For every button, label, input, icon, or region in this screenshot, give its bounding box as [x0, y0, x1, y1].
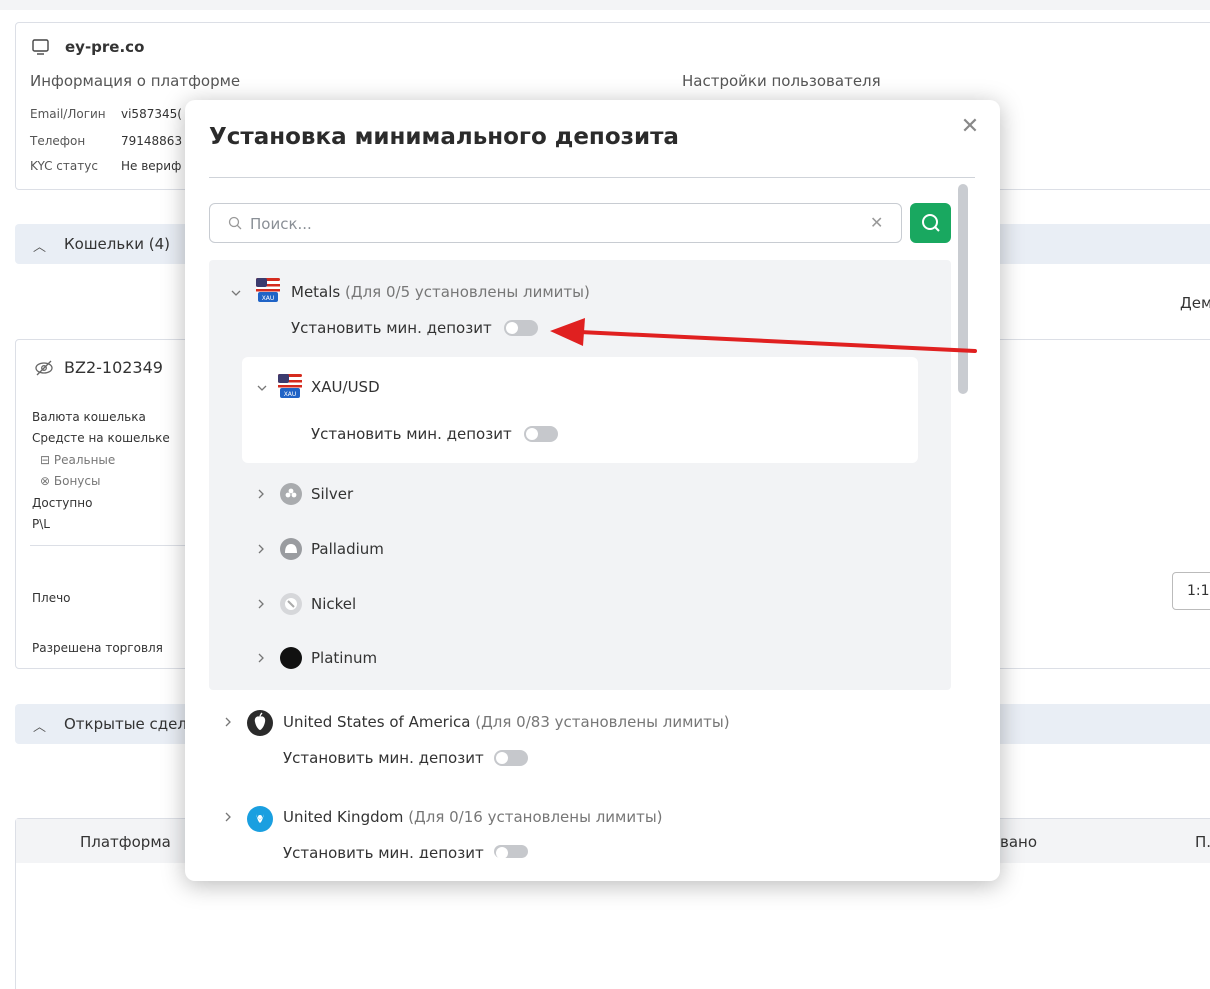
- usa-toggle-label: Установить мин. депозит: [283, 749, 484, 767]
- modal-scrollbar[interactable]: [958, 184, 968, 874]
- group-metals-title[interactable]: Metals (Для 0/5 установлены лимиты): [291, 283, 590, 301]
- group-usa-title[interactable]: United States of America (Для 0/83 устан…: [283, 713, 730, 731]
- leverage-value: 1:1: [1187, 583, 1210, 599]
- chevron-down-icon[interactable]: [230, 287, 242, 299]
- search-box[interactable]: ✕: [209, 203, 902, 243]
- kyc-label: KYC статус: [30, 159, 98, 173]
- monitor-icon: [32, 39, 49, 55]
- email-value: vi587345(: [121, 107, 182, 121]
- xauusd-card: [242, 357, 918, 463]
- clear-icon[interactable]: ✕: [870, 213, 883, 232]
- group-uk-note: (Для 0/16 установлены лимиты): [408, 808, 663, 826]
- search-input[interactable]: [250, 210, 850, 238]
- eye-off-icon[interactable]: [33, 358, 55, 378]
- uk-toggle-label: Установить мин. депозит: [283, 844, 484, 858]
- wallets-section-label: Кошельки (4): [64, 235, 171, 253]
- palladium-icon: [280, 538, 302, 560]
- usa-min-deposit-toggle[interactable]: [494, 750, 528, 766]
- search-button[interactable]: [910, 203, 951, 243]
- wallet-real-text: Реальные: [53, 453, 116, 467]
- card-icon: ⊟: [40, 453, 54, 467]
- leverage-label: Плечо: [32, 591, 71, 605]
- group-metals-name: Metals: [291, 283, 341, 301]
- wallet-bonus-text: Бонусы: [53, 474, 101, 488]
- demo-fragment: Дем: [1180, 294, 1210, 312]
- search-icon: [228, 216, 242, 230]
- top-strip: [0, 0, 1210, 10]
- metals-min-deposit-toggle[interactable]: [504, 320, 538, 336]
- phone-value: 79148863: [121, 134, 183, 148]
- bonus-icon: ⊗: [40, 474, 54, 488]
- chevron-right-icon[interactable]: [222, 716, 234, 728]
- platform-domain: ey-pre.co: [65, 38, 145, 56]
- scrollbar-thumb[interactable]: [958, 184, 968, 394]
- user-settings-title: Настройки пользователя: [682, 72, 881, 90]
- flag-badge-text: XAU: [284, 391, 297, 398]
- kyc-value: Не вериф: [121, 159, 182, 173]
- flag-badge-text: XAU: [262, 295, 275, 302]
- wallet-divider: [30, 545, 190, 546]
- search-button-icon: [922, 214, 940, 232]
- us-flag-icon: XAU: [278, 374, 302, 398]
- chevron-right-icon[interactable]: [255, 598, 267, 610]
- platform-info-title: Информация о платформе: [30, 72, 241, 90]
- uk-min-deposit-toggle[interactable]: [494, 845, 528, 859]
- col-platform: Платформа: [80, 833, 171, 851]
- col-fragment-1: вано: [1000, 833, 1038, 851]
- phone-label: Телефон: [30, 134, 86, 148]
- group-uk-title[interactable]: United Kingdom (Для 0/16 установлены лим…: [283, 808, 663, 826]
- modal-title: Установка минимального депозита: [209, 124, 679, 150]
- wallet-funds-label: Средсте на кошельке: [32, 431, 170, 445]
- wallet-pl-label: P\L: [32, 517, 50, 531]
- leverage-select[interactable]: 1:1: [1172, 572, 1210, 610]
- child-silver-name[interactable]: Silver: [311, 485, 353, 503]
- silver-icon: [280, 483, 302, 505]
- group-usa-note: (Для 0/83 установлены лимиты): [475, 713, 730, 731]
- chevron-right-icon[interactable]: [255, 488, 267, 500]
- title-divider: [209, 177, 975, 178]
- xauusd-toggle-label: Установить мин. депозит: [311, 425, 512, 443]
- col-fragment-2: П.: [1195, 833, 1210, 851]
- usa-icon: [247, 710, 273, 736]
- platinum-icon: [280, 647, 302, 669]
- wallet-id: BZ2-102349: [64, 358, 163, 377]
- wallet-available-label: Доступно: [32, 496, 93, 510]
- uk-icon: [247, 806, 273, 832]
- child-platinum-name[interactable]: Platinum: [311, 649, 377, 667]
- xauusd-min-deposit-toggle[interactable]: [524, 426, 558, 442]
- email-label: Email/Логин: [30, 107, 106, 121]
- chevron-right-icon[interactable]: [255, 652, 267, 664]
- chevron-right-icon[interactable]: [222, 811, 234, 823]
- min-deposit-modal: Установка минимального депозита ✕ ✕ XAU …: [185, 100, 1000, 881]
- chevron-up-icon: ︿: [33, 240, 47, 255]
- group-metals-note: (Для 0/5 установлены лимиты): [345, 283, 590, 301]
- group-uk-name: United Kingdom: [283, 808, 404, 826]
- chevron-right-icon[interactable]: [255, 543, 267, 555]
- group-usa-name: United States of America: [283, 713, 471, 731]
- chevron-up-icon: ︿: [33, 720, 47, 735]
- open-deals-section-label: Открытые сдел: [64, 715, 187, 733]
- close-icon[interactable]: ✕: [957, 114, 983, 140]
- us-flag-icon: XAU: [256, 278, 280, 302]
- chevron-down-icon[interactable]: [256, 382, 268, 394]
- wallet-bonus-label: ⊗ Бонусы: [40, 474, 100, 488]
- trading-allowed-label: Разрешена торговля: [32, 641, 163, 655]
- wallet-currency-label: Валюта кошелька: [32, 410, 146, 424]
- child-xauusd-name[interactable]: XAU/USD: [311, 378, 380, 396]
- wallet-real-label: ⊟ Реальные: [40, 453, 115, 467]
- metals-toggle-label: Установить мин. депозит: [291, 319, 492, 337]
- nickel-icon: [280, 593, 302, 615]
- child-palladium-name[interactable]: Palladium: [311, 540, 384, 558]
- child-nickel-name[interactable]: Nickel: [311, 595, 356, 613]
